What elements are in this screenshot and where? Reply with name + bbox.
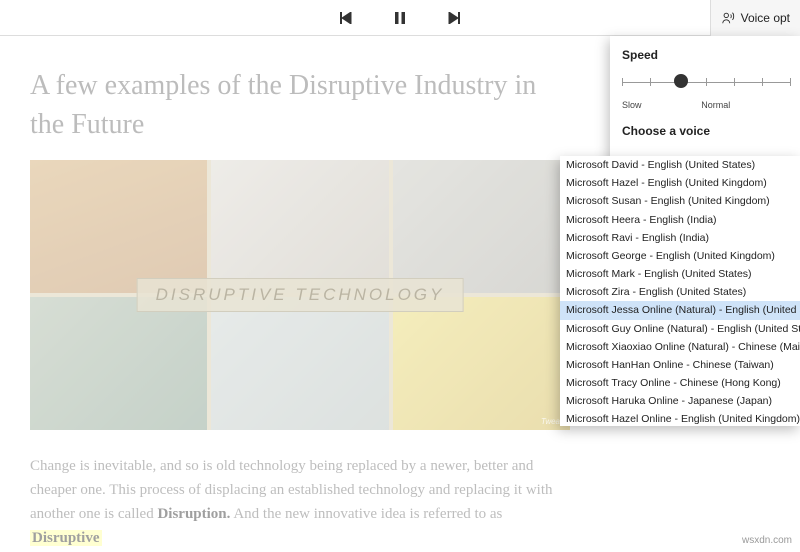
voice-option[interactable]: Microsoft Hazel - English (United Kingdo… (560, 174, 800, 192)
article-banner-image: DISRUPTIVE TECHNOLOGY Tweak (30, 160, 570, 430)
voice-dropdown-list[interactable]: Microsoft David - English (United States… (560, 156, 800, 426)
voice-option[interactable]: Microsoft David - English (United States… (560, 156, 800, 174)
voice-option[interactable]: Microsoft Tracy Online - Chinese (Hong K… (560, 374, 800, 392)
speed-slider[interactable] (622, 72, 790, 98)
banner-tile (393, 160, 570, 293)
voice-option[interactable]: Microsoft Hazel Online - English (United… (560, 410, 800, 426)
voice-option[interactable]: Microsoft Xiaoxiao Online (Natural) - Ch… (560, 338, 800, 356)
body-text: And the new innovative idea is referred … (233, 506, 502, 522)
voice-option[interactable]: Microsoft Heera - English (India) (560, 211, 800, 229)
voice-option[interactable]: Microsoft Ravi - English (India) (560, 229, 800, 247)
playback-controls (339, 11, 461, 25)
voice-option[interactable]: Microsoft Zira - English (United States) (560, 283, 800, 301)
previous-button[interactable] (339, 11, 353, 25)
voice-option[interactable]: Microsoft Mark - English (United States) (560, 265, 800, 283)
voice-option[interactable]: Microsoft Jessa Online (Natural) - Engli… (560, 301, 800, 319)
person-speak-icon (721, 11, 735, 25)
slider-tick (706, 78, 707, 86)
voice-option[interactable]: Microsoft Susan - English (United Kingdo… (560, 192, 800, 210)
bold-term: Disruption. (157, 506, 230, 522)
article-heading: A few examples of the Disruptive Industr… (30, 66, 550, 144)
slider-thumb[interactable] (674, 74, 688, 88)
speed-title: Speed (622, 48, 790, 62)
voice-option[interactable]: Microsoft George - English (United Kingd… (560, 247, 800, 265)
read-aloud-toolbar: Voice opt (0, 0, 800, 36)
voice-options-label: Voice opt (741, 11, 790, 25)
voice-option[interactable]: Microsoft Guy Online (Natural) - English… (560, 320, 800, 338)
reading-highlight: Disruptive (30, 530, 102, 546)
slider-tick (762, 78, 763, 86)
article-body: Change is inevitable, and so is old tech… (30, 454, 570, 550)
banner-tile (30, 297, 207, 430)
banner-text: DISRUPTIVE TECHNOLOGY (137, 278, 464, 312)
slider-tick (622, 78, 623, 86)
voice-options-button[interactable]: Voice opt (710, 0, 800, 36)
banner-tile (211, 297, 388, 430)
slider-tick (650, 78, 651, 86)
choose-voice-title: Choose a voice (622, 124, 790, 138)
pause-button[interactable] (393, 11, 407, 25)
next-button[interactable] (447, 11, 461, 25)
page-watermark: wsxdn.com (742, 535, 792, 546)
voice-option[interactable]: Microsoft HanHan Online - Chinese (Taiwa… (560, 356, 800, 374)
banner-tile (393, 297, 570, 430)
speed-mid-label: Normal (701, 100, 730, 110)
slider-tick (790, 78, 791, 86)
voice-option[interactable]: Microsoft Haruka Online - Japanese (Japa… (560, 392, 800, 410)
banner-tile (211, 160, 388, 293)
slider-tick (734, 78, 735, 86)
slider-labels: Slow Normal (622, 100, 790, 124)
speed-min-label: Slow (622, 100, 642, 110)
banner-tile (30, 160, 207, 293)
